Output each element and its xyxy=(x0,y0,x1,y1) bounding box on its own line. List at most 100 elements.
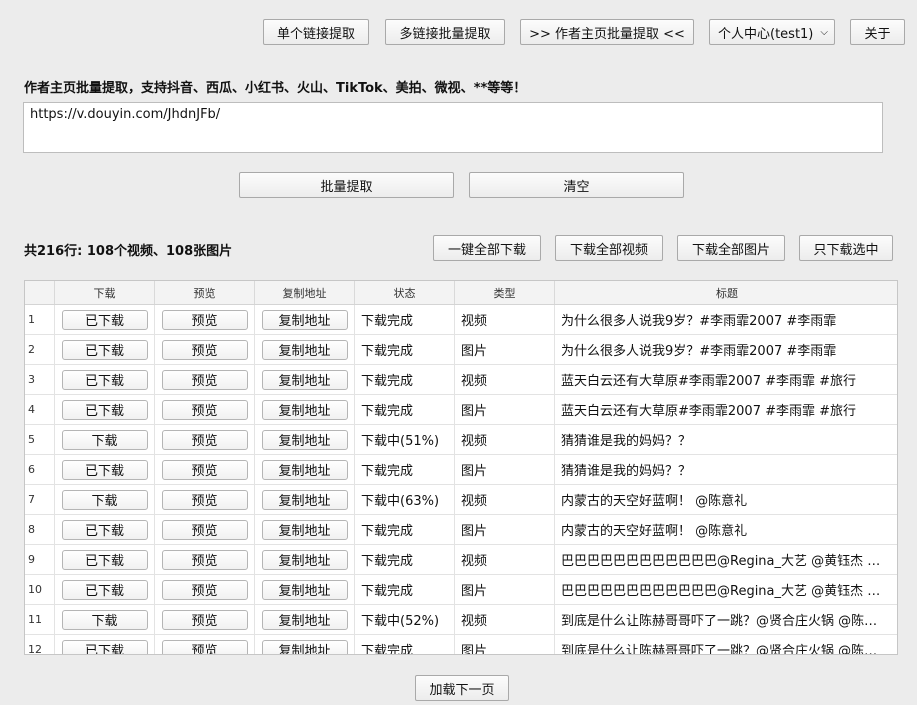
table-row[interactable]: 11 下载 预览 复制地址 下载中(52%) 视频 到底是什么让陈赫哥哥吓了一跳？@贤合庄火… xyxy=(25,605,897,635)
row-download-button[interactable]: 已下载 xyxy=(61,339,148,360)
row-type: 视频 xyxy=(455,605,555,634)
row-preview-button[interactable]: 预览 xyxy=(161,609,248,630)
table-header: 下载 预览 复制地址 状态 类型 标题 xyxy=(25,281,897,305)
row-title-cell: 蓝天白云还有大草原#李雨霏2007 #李雨霏 #旅行 xyxy=(555,395,897,424)
row-title-cell: 到底是什么让陈赫哥哥吓了一跳？@贤合庄火锅 @陈赫 ... xyxy=(555,605,897,634)
table-row[interactable]: 12 已下载 预览 复制地址 下载完成 图片 到底是什么让陈赫哥哥吓了一跳？@贤合庄火锅 @… xyxy=(25,635,897,655)
row-copy-url-button[interactable]: 复制地址 xyxy=(261,609,348,630)
row-title-cell: 内蒙古的天空好蓝啊！ @陈意礼 xyxy=(555,485,897,514)
download-all-button[interactable]: 一键全部下载 xyxy=(433,235,541,261)
row-type: 图片 xyxy=(455,575,555,604)
header-index xyxy=(25,281,55,304)
preview-cell: 预览 xyxy=(155,605,255,634)
row-preview-button[interactable]: 预览 xyxy=(161,519,248,540)
author-homepage-extract-button[interactable]: >> 作者主页批量提取 << xyxy=(520,19,694,45)
row-preview-button[interactable]: 预览 xyxy=(161,549,248,570)
row-title: 为什么很多人说我9岁？#李雨霏2007 #李雨霏 xyxy=(561,344,837,359)
download-all-images-button[interactable]: 下载全部图片 xyxy=(677,235,785,261)
row-download-button[interactable]: 已下载 xyxy=(61,639,148,654)
download-cell: 已下载 xyxy=(55,455,155,484)
table-row[interactable]: 1 已下载 预览 复制地址 下载完成 视频 为什么很多人说我9岁？#李雨霏2007 #李雨霏 xyxy=(25,305,897,335)
download-cell: 下载 xyxy=(55,485,155,514)
row-download-button[interactable]: 已下载 xyxy=(61,549,148,570)
user-center-select[interactable]: 个人中心(test1) ⌵ xyxy=(709,19,835,45)
url-input[interactable]: https://v.douyin.com/JhdnJFb/ xyxy=(23,102,883,153)
row-title: 内蒙古的天空好蓝啊！ @陈意礼 xyxy=(561,524,748,539)
row-preview-button[interactable]: 预览 xyxy=(161,489,248,510)
row-preview-button[interactable]: 预览 xyxy=(161,399,248,420)
row-preview-button[interactable]: 预览 xyxy=(161,369,248,390)
row-copy-url-button[interactable]: 复制地址 xyxy=(261,579,348,600)
preview-cell: 预览 xyxy=(155,545,255,574)
copy-cell: 复制地址 xyxy=(255,395,355,424)
clear-button[interactable]: 清空 xyxy=(469,172,684,198)
row-status: 下载中(63%) xyxy=(355,485,455,514)
single-link-extract-button[interactable]: 单个链接提取 xyxy=(263,19,369,45)
row-preview-button[interactable]: 预览 xyxy=(161,309,248,330)
row-copy-url-button[interactable]: 复制地址 xyxy=(261,369,348,390)
table-row[interactable]: 10 已下载 预览 复制地址 下载完成 图片 巴巴巴巴巴巴巴巴巴巴巴巴@Regina_大艺 … xyxy=(25,575,897,605)
row-status: 下载完成 xyxy=(355,365,455,394)
results-table: 下载 预览 复制地址 状态 类型 标题 1 已下载 预览 复制地址 下载完成 视频 为什么很… xyxy=(24,280,898,655)
header-download[interactable]: 下载 xyxy=(55,281,155,304)
row-title-cell: 内蒙古的天空好蓝啊！ @陈意礼 xyxy=(555,515,897,544)
header-type[interactable]: 类型 xyxy=(455,281,555,304)
row-download-button[interactable]: 已下载 xyxy=(61,519,148,540)
row-copy-url-button[interactable]: 复制地址 xyxy=(261,309,348,330)
row-copy-url-button[interactable]: 复制地址 xyxy=(261,459,348,480)
row-index: 9 xyxy=(25,545,55,574)
header-title[interactable]: 标题 xyxy=(555,281,897,304)
row-preview-button[interactable]: 预览 xyxy=(161,429,248,450)
row-index: 4 xyxy=(25,395,55,424)
row-type: 视频 xyxy=(455,365,555,394)
row-title-cell: 为什么很多人说我9岁？#李雨霏2007 #李雨霏 xyxy=(555,305,897,334)
row-copy-url-button[interactable]: 复制地址 xyxy=(261,489,348,510)
row-download-button[interactable]: 已下载 xyxy=(61,369,148,390)
row-copy-url-button[interactable]: 复制地址 xyxy=(261,549,348,570)
header-preview[interactable]: 预览 xyxy=(155,281,255,304)
row-copy-url-button[interactable]: 复制地址 xyxy=(261,399,348,420)
download-cell: 已下载 xyxy=(55,395,155,424)
user-center-value: 个人中心(test1) xyxy=(718,26,814,42)
row-download-button[interactable]: 已下载 xyxy=(61,459,148,480)
table-row[interactable]: 5 下载 预览 复制地址 下载中(51%) 视频 猜猜谁是我的妈妈？？ xyxy=(25,425,897,455)
row-download-button[interactable]: 下载 xyxy=(61,429,148,450)
copy-cell: 复制地址 xyxy=(255,335,355,364)
table-row[interactable]: 2 已下载 预览 复制地址 下载完成 图片 为什么很多人说我9岁？#李雨霏2007 #李雨霏 xyxy=(25,335,897,365)
result-summary: 共216行: 108个视频、108张图片 xyxy=(24,244,233,259)
row-copy-url-button[interactable]: 复制地址 xyxy=(261,519,348,540)
load-next-page-button[interactable]: 加载下一页 xyxy=(415,675,509,701)
row-index: 8 xyxy=(25,515,55,544)
batch-extract-button[interactable]: 批量提取 xyxy=(239,172,454,198)
row-preview-button[interactable]: 预览 xyxy=(161,339,248,360)
header-copy-url[interactable]: 复制地址 xyxy=(255,281,355,304)
header-status[interactable]: 状态 xyxy=(355,281,455,304)
row-download-button[interactable]: 下载 xyxy=(61,609,148,630)
row-download-button[interactable]: 下载 xyxy=(61,489,148,510)
row-preview-button[interactable]: 预览 xyxy=(161,459,248,480)
table-row[interactable]: 8 已下载 预览 复制地址 下载完成 图片 内蒙古的天空好蓝啊！ @陈意礼 xyxy=(25,515,897,545)
row-status: 下载完成 xyxy=(355,575,455,604)
copy-cell: 复制地址 xyxy=(255,455,355,484)
row-title: 蓝天白云还有大草原#李雨霏2007 #李雨霏 #旅行 xyxy=(561,404,857,419)
row-status: 下载中(52%) xyxy=(355,605,455,634)
row-download-button[interactable]: 已下载 xyxy=(61,309,148,330)
multi-link-extract-button[interactable]: 多链接批量提取 xyxy=(385,19,505,45)
row-copy-url-button[interactable]: 复制地址 xyxy=(261,639,348,654)
table-row[interactable]: 4 已下载 预览 复制地址 下载完成 图片 蓝天白云还有大草原#李雨霏2007 #李雨霏 #… xyxy=(25,395,897,425)
row-copy-url-button[interactable]: 复制地址 xyxy=(261,339,348,360)
table-row[interactable]: 9 已下载 预览 复制地址 下载完成 视频 巴巴巴巴巴巴巴巴巴巴巴巴@Regina_大艺 @… xyxy=(25,545,897,575)
table-row[interactable]: 7 下载 预览 复制地址 下载中(63%) 视频 内蒙古的天空好蓝啊！ @陈意礼 xyxy=(25,485,897,515)
row-copy-url-button[interactable]: 复制地址 xyxy=(261,429,348,450)
table-row[interactable]: 3 已下载 预览 复制地址 下载完成 视频 蓝天白云还有大草原#李雨霏2007 #李雨霏 #… xyxy=(25,365,897,395)
row-download-button[interactable]: 已下载 xyxy=(61,399,148,420)
table-row[interactable]: 6 已下载 预览 复制地址 下载完成 图片 猜猜谁是我的妈妈？？ xyxy=(25,455,897,485)
row-download-button[interactable]: 已下载 xyxy=(61,579,148,600)
row-preview-button[interactable]: 预览 xyxy=(161,579,248,600)
about-button[interactable]: 关于 xyxy=(850,19,905,45)
download-selected-button[interactable]: 只下载选中 xyxy=(799,235,893,261)
row-preview-button[interactable]: 预览 xyxy=(161,639,248,654)
preview-cell: 预览 xyxy=(155,395,255,424)
row-title: 到底是什么让陈赫哥哥吓了一跳？@贤合庄火锅 @陈赫 ... xyxy=(561,644,889,655)
download-all-videos-button[interactable]: 下载全部视频 xyxy=(555,235,663,261)
